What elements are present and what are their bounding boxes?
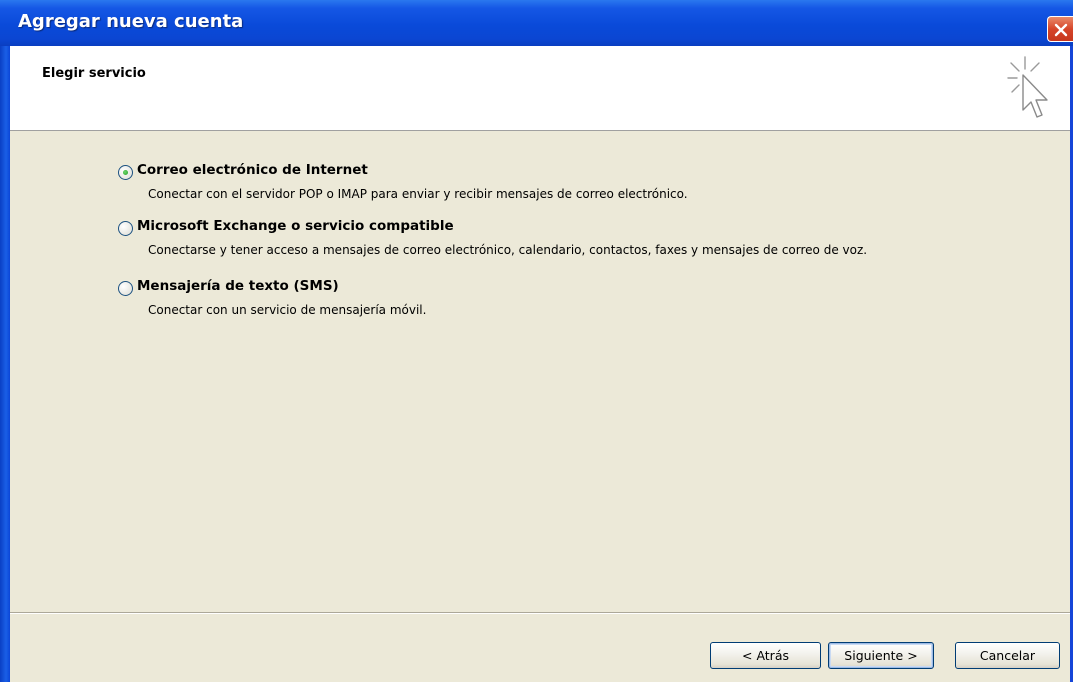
option-description: Conectar con un servicio de mensajería m… <box>148 303 427 317</box>
radio-selected-dot <box>123 170 128 175</box>
radio-exchange[interactable] <box>118 221 133 236</box>
footer-divider <box>10 612 1070 614</box>
page-title: Elegir servicio <box>42 66 146 81</box>
close-button[interactable] <box>1047 16 1073 42</box>
option-label[interactable]: Mensajería de texto (SMS) <box>137 278 339 294</box>
wizard-footer: < Atrás Siguiente > Cancelar <box>10 612 1070 682</box>
radio-sms[interactable] <box>118 281 133 296</box>
radio-internet-email[interactable] <box>118 165 133 180</box>
option-label[interactable]: Correo electrónico de Internet <box>137 162 368 178</box>
next-button[interactable]: Siguiente > <box>828 642 934 669</box>
window-title: Agregar nueva cuenta <box>18 11 244 32</box>
window-left-border <box>0 0 10 682</box>
service-options-panel: Correo electrónico de Internet Conectar … <box>10 131 1070 612</box>
cancel-button[interactable]: Cancelar <box>955 642 1060 669</box>
option-label[interactable]: Microsoft Exchange o servicio compatible <box>137 218 454 234</box>
option-description: Conectar con el servidor POP o IMAP para… <box>148 187 688 201</box>
wizard-header: Elegir servicio <box>10 46 1070 131</box>
title-bar[interactable]: Agregar nueva cuenta <box>0 0 1073 46</box>
option-description: Conectarse y tener acceso a mensajes de … <box>148 243 868 257</box>
back-button[interactable]: < Atrás <box>710 642 821 669</box>
wizard-cursor-icon <box>1007 56 1048 118</box>
close-icon <box>1054 23 1068 37</box>
